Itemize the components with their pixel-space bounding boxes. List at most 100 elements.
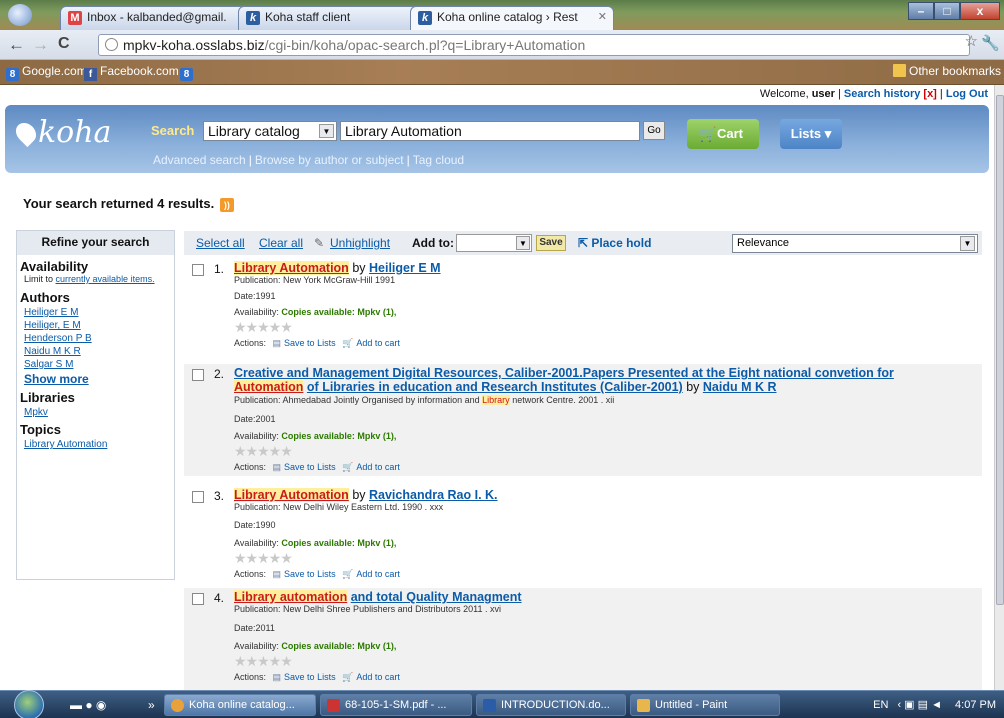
rss-icon[interactable]: ))	[219, 198, 234, 212]
tag-cloud-link[interactable]: Tag cloud	[413, 153, 464, 167]
actions-label: Actions:	[234, 462, 267, 472]
result-checkbox[interactable]	[192, 491, 204, 503]
unhighlight-link[interactable]: Unhighlight	[330, 236, 390, 250]
availability: Availability: Copies available: Mpkv (1)…	[234, 641, 396, 651]
save-to-lists-link[interactable]: Save to Lists	[284, 569, 336, 579]
bookmark-facebook[interactable]: f Facebook.com	[84, 64, 179, 81]
logout-link[interactable]: Log Out	[946, 88, 988, 100]
author-link[interactable]: Heiliger E M	[369, 261, 441, 275]
language-indicator[interactable]: EN	[873, 699, 888, 711]
facet-author[interactable]: Salgar S M	[24, 359, 174, 370]
actions: Actions: ▤ Save to Lists 🛒 Add to cart	[234, 569, 400, 580]
facet-topic[interactable]: Library Automation	[24, 439, 174, 450]
tab-koha-online-catalog[interactable]: k Koha online catalog › Rest ✕	[410, 6, 614, 30]
tab-koha-staff-client[interactable]: k Koha staff client ✕	[238, 6, 438, 30]
go-button[interactable]: Go	[643, 121, 665, 140]
list-icon: ▤	[272, 672, 282, 682]
save-to-lists-link[interactable]: Save to Lists	[284, 672, 336, 682]
facet-library[interactable]: Mpkv	[24, 407, 174, 418]
taskbar-more-icon[interactable]: »	[148, 698, 155, 712]
add-to-cart-link[interactable]: Add to cart	[356, 338, 400, 348]
close-window-button[interactable]: x	[960, 2, 1000, 20]
currently-available-link[interactable]: currently available items.	[56, 274, 155, 284]
add-to-cart-link[interactable]: Add to cart	[356, 462, 400, 472]
separator: |	[939, 88, 943, 100]
close-tab-icon[interactable]: ✕	[598, 10, 607, 23]
bookmark-google-plus[interactable]: 8	[180, 64, 196, 81]
publication-text: network Centre. 2001 . xii	[512, 395, 615, 405]
search-input[interactable]: Library Automation	[340, 121, 640, 141]
sort-select[interactable]: Relevance ▼	[732, 234, 978, 253]
rating-stars[interactable]: ★★★★★	[234, 443, 293, 460]
page-info-icon[interactable]	[105, 38, 118, 51]
pdf-icon	[327, 699, 340, 712]
reload-icon[interactable]: C	[58, 35, 70, 53]
cart-button[interactable]: 🛒 Cart	[687, 119, 759, 149]
result-checkbox[interactable]	[192, 264, 204, 276]
tray-icons[interactable]: ‹ ▣ ▤ ◄	[897, 699, 942, 711]
maximize-button[interactable]: □	[934, 2, 960, 20]
taskbar-item-pdf[interactable]: 68-105-1-SM.pdf - ...	[320, 694, 472, 716]
clock[interactable]: 4:07 PM	[955, 699, 996, 711]
url-input[interactable]: mpkv-koha.osslabs.biz/cgi-bin/koha/opac-…	[98, 34, 970, 56]
koha-icon: k	[418, 11, 432, 25]
bookmark-google[interactable]: 8 Google.com	[6, 64, 87, 81]
catalog-select[interactable]: Library catalog ▼	[203, 121, 337, 141]
quick-launch-icons[interactable]: ▬ ● ◉	[70, 698, 106, 712]
rating-stars[interactable]: ★★★★★	[234, 319, 293, 336]
taskbar-item-koha[interactable]: Koha online catalog...	[164, 694, 316, 716]
wrench-icon[interactable]: 🔧	[981, 34, 1000, 52]
koha-logo[interactable]: koha	[11, 115, 111, 150]
other-bookmarks[interactable]: Other bookmarks	[893, 64, 1001, 78]
bookmark-label: Facebook.com	[100, 64, 179, 78]
show-more-link[interactable]: Show more	[24, 372, 174, 386]
windows-taskbar: ▬ ● ◉ » Koha online catalog... 68-105-1-…	[0, 690, 1004, 718]
title-link[interactable]: Library Automation	[234, 488, 349, 502]
back-arrow-icon[interactable]: ←	[8, 35, 25, 55]
minimize-button[interactable]: –	[908, 2, 934, 20]
clear-history-link[interactable]: [x]	[923, 88, 936, 100]
save-button[interactable]: Save	[536, 235, 566, 251]
facet-author[interactable]: Heiliger E M	[24, 307, 174, 318]
lists-button[interactable]: Lists ▾	[780, 119, 842, 149]
save-to-lists-link[interactable]: Save to Lists	[284, 462, 336, 472]
select-all-link[interactable]: Select all	[196, 236, 245, 250]
scrollbar-thumb[interactable]	[996, 95, 1004, 605]
title-link-highlight[interactable]: Automation	[234, 380, 304, 394]
title-link[interactable]: Creative and Management Digital Resource…	[234, 366, 894, 380]
rating-stars[interactable]: ★★★★★	[234, 550, 293, 567]
author-link[interactable]: Naidu M K R	[703, 380, 777, 394]
title-link-rest[interactable]: of Libraries in education and Research I…	[307, 380, 683, 394]
result-checkbox[interactable]	[192, 593, 204, 605]
facet-author[interactable]: Naidu M K R	[24, 346, 174, 357]
forward-arrow-icon[interactable]: →	[32, 35, 49, 55]
title-link[interactable]: Library automation	[234, 590, 348, 604]
bookmark-star-icon[interactable]: ☆	[965, 32, 978, 50]
tab-gmail-inbox[interactable]: M Inbox - kalbanded@gmail. ✕	[60, 6, 264, 30]
advanced-search-link[interactable]: Advanced search	[153, 153, 246, 167]
taskbar-item-paint[interactable]: Untitled - Paint	[630, 694, 780, 716]
place-hold-icon: ⇱	[578, 236, 589, 250]
search-history-link[interactable]: Search history	[844, 88, 920, 100]
rating-stars[interactable]: ★★★★★	[234, 653, 293, 670]
start-button[interactable]	[14, 690, 44, 718]
welcome-text: Welcome,	[759, 88, 809, 100]
title-link[interactable]: Library Automation	[234, 261, 349, 275]
browse-link[interactable]: Browse by author or subject	[255, 153, 404, 167]
chevron-down-icon: ▼	[516, 236, 530, 250]
clear-all-link[interactable]: Clear all	[259, 236, 303, 250]
tab-label: Inbox - kalbanded@gmail.	[87, 10, 227, 24]
result-checkbox[interactable]	[192, 369, 204, 381]
browser-user-avatar-icon[interactable]	[8, 4, 32, 26]
facet-author[interactable]: Heiliger, E M	[24, 320, 174, 331]
place-hold-link[interactable]: ⇱ Place hold	[578, 236, 651, 250]
add-to-cart-link[interactable]: Add to cart	[356, 672, 400, 682]
title-link-rest[interactable]: and total Quality Managment	[351, 590, 522, 604]
taskbar-item-word[interactable]: INTRODUCTION.do...	[476, 694, 626, 716]
author-link[interactable]: Ravichandra Rao I. K.	[369, 488, 498, 502]
facet-author[interactable]: Henderson P B	[24, 333, 174, 344]
page-scrollbar[interactable]	[994, 85, 1004, 690]
save-to-lists-link[interactable]: Save to Lists	[284, 338, 336, 348]
add-to-cart-link[interactable]: Add to cart	[356, 569, 400, 579]
add-to-select[interactable]: ▼	[456, 234, 532, 252]
